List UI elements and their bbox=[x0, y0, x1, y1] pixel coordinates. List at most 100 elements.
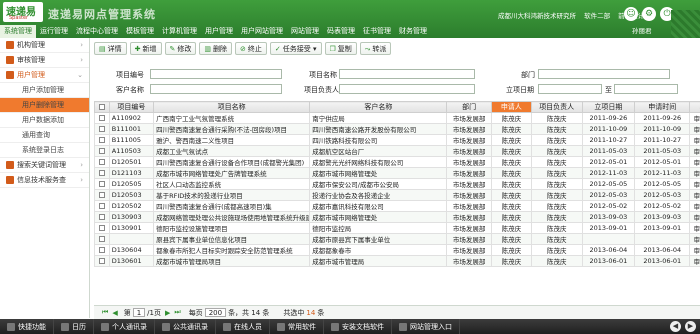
owner-input[interactable] bbox=[339, 84, 475, 94]
table-row[interactable]: B111001 四川警西南速复合通行采购(不法-回房段)项目 四川警西南速公路开发股… bbox=[94, 123, 700, 135]
menu-item[interactable]: 系统管理 bbox=[0, 25, 36, 38]
menu-item[interactable]: 运行管理 bbox=[36, 25, 72, 38]
page-input[interactable]: 1 bbox=[132, 308, 146, 317]
prev-page-icon[interactable]: ◀ bbox=[112, 309, 117, 317]
sidebar-subitem-user-delete[interactable]: 用户删除管理 bbox=[0, 98, 89, 113]
table-row[interactable]: 原县宾下属事业单位信息化项目成都市原县宾下属事业单位市场发展部陈茂庆陈茂庆审批通… bbox=[94, 233, 700, 245]
table-row[interactable]: D120505 社区人口动态监控系统 成都市保安公司/成都市公安局 市场发展部 陈茂庆陈… bbox=[94, 178, 700, 190]
col-header[interactable]: 项目编号 bbox=[108, 101, 155, 113]
row-select-cell[interactable] bbox=[94, 200, 110, 212]
col-header[interactable]: 项目名称 bbox=[153, 101, 311, 113]
checkbox[interactable] bbox=[98, 258, 105, 264]
checkbox[interactable] bbox=[98, 181, 105, 187]
first-page-icon[interactable]: ⏮ bbox=[102, 308, 108, 317]
menu-item[interactable]: 网站管理 bbox=[287, 25, 323, 38]
menu-item[interactable]: 流程中心管理 bbox=[72, 25, 122, 38]
edit-button[interactable]: ✎ 修改 bbox=[164, 42, 197, 55]
checkbox[interactable] bbox=[98, 203, 105, 209]
add-button[interactable]: ✚ 新增 bbox=[129, 42, 162, 55]
back-icon[interactable]: ◀ bbox=[670, 321, 681, 332]
row-select-cell[interactable] bbox=[94, 189, 110, 201]
taskbar-item[interactable]: 日历 bbox=[54, 319, 94, 334]
detail-button[interactable]: ▤ 详情 bbox=[94, 42, 127, 55]
per-page-input[interactable]: 200 bbox=[204, 308, 227, 317]
menu-item[interactable]: 征书管理 bbox=[359, 25, 395, 38]
col-header[interactable]: 项目负责人 bbox=[530, 101, 583, 113]
table-row[interactable]: D130604 都象春市所犯人目标实时跟踪安全防范管理系统 成都都象春市 市场发展部陈… bbox=[94, 244, 700, 256]
sidebar-item-users[interactable]: 用户管理 ⌄ bbox=[0, 68, 89, 83]
table-row[interactable]: D120502 四川警西南速复合通行(成都高速项目)集 成都市嘉讯科技有限公司 市场发… bbox=[94, 200, 700, 212]
taskbar-item[interactable]: 公共通讯录 bbox=[155, 319, 216, 334]
user-icon[interactable]: ☺ bbox=[624, 7, 638, 21]
row-select-cell[interactable] bbox=[94, 145, 110, 157]
menu-item[interactable]: 用户管理 bbox=[201, 25, 237, 38]
row-select-cell[interactable] bbox=[94, 211, 110, 223]
checkbox[interactable] bbox=[98, 214, 105, 220]
col-header[interactable]: 状态 bbox=[689, 101, 700, 113]
checkbox[interactable] bbox=[98, 236, 105, 242]
row-select-cell[interactable] bbox=[94, 222, 110, 234]
table-row[interactable]: D130601 成都市城市管理局项目 成都市城市管理局 市场发展部 陈茂庆 陈茂庆 2013… bbox=[94, 255, 700, 267]
dept-input[interactable] bbox=[538, 69, 670, 79]
checkbox[interactable] bbox=[98, 126, 105, 132]
menu-item[interactable]: 用户网站管理 bbox=[237, 25, 287, 38]
menu-item[interactable]: 财务管理 bbox=[395, 25, 431, 38]
row-select-cell[interactable] bbox=[94, 123, 110, 135]
menu-item[interactable]: 模板管理 bbox=[122, 25, 158, 38]
select-all-header[interactable] bbox=[94, 101, 110, 113]
row-select-cell[interactable] bbox=[94, 112, 110, 124]
sidebar-subitem-user-add[interactable]: 用户添加管理 bbox=[0, 83, 89, 98]
sidebar-subitem-user-data[interactable]: 用户数据添加 bbox=[0, 113, 89, 128]
accept-task-button[interactable]: ✓ 任务接受 ▾ bbox=[269, 42, 322, 55]
copy-button[interactable]: ❐ 复制 bbox=[324, 42, 357, 55]
row-select-cell[interactable] bbox=[94, 167, 110, 179]
gear-icon[interactable]: ⚙ bbox=[642, 7, 656, 21]
checkbox[interactable] bbox=[98, 170, 105, 176]
table-row[interactable]: A110503 成都工业气氛试点 成都航空区站台厂 市场发展部 陈茂庆 陈茂庆 2011-0… bbox=[94, 145, 700, 157]
checkbox[interactable] bbox=[98, 247, 105, 253]
taskbar-item[interactable]: 常用软件 bbox=[270, 319, 324, 334]
table-row[interactable]: D130903成都网络管理处理公共设施现场使用地管理系统升级建设项目成都市城市网… bbox=[94, 211, 700, 223]
table-row[interactable]: D121103 成都市城市网络管理处广告牌管理系统 成都市城市网络管理处 市场发展部陈… bbox=[94, 167, 700, 179]
row-select-cell[interactable] bbox=[94, 134, 110, 146]
row-select-cell[interactable] bbox=[94, 156, 110, 168]
stop-button[interactable]: ⊘ 终止 bbox=[235, 42, 267, 55]
date-from-input[interactable] bbox=[538, 84, 602, 94]
col-header[interactable]: 客户名称 bbox=[309, 101, 448, 113]
table-row[interactable]: D120503 基于RFID技术的投递行业项目 投递行业协会及各投递企业 市场发展部陈… bbox=[94, 189, 700, 201]
row-select-cell[interactable] bbox=[94, 244, 110, 256]
col-header[interactable]: 申请人 bbox=[490, 101, 532, 113]
checkbox[interactable] bbox=[98, 137, 105, 143]
menu-item[interactable]: 码表管理 bbox=[323, 25, 359, 38]
taskbar-item[interactable]: 网站管理入口 bbox=[392, 319, 460, 334]
row-select-cell[interactable] bbox=[94, 255, 110, 267]
customer-input[interactable] bbox=[150, 84, 282, 94]
table-row[interactable]: A110902 广西南宁工业气氛管理系统 南宁供应局 市场发展部 陈茂庆 陈茂庆 2011-… bbox=[94, 112, 700, 124]
table-row[interactable]: B111005 雅沪、警西南速二义性项目 四川铁路科技有限公司 市场发展部 陈茂庆 陈茂庆… bbox=[94, 134, 700, 146]
col-header[interactable]: 部门 bbox=[446, 101, 492, 113]
sidebar-subitem-query[interactable]: 通用查询 bbox=[0, 128, 89, 143]
sidebar-item-it-service[interactable]: 信息技术服务查 › bbox=[0, 173, 89, 188]
checkbox[interactable] bbox=[98, 148, 105, 154]
col-header[interactable]: 申请时间 bbox=[634, 101, 691, 113]
checkbox[interactable] bbox=[98, 192, 105, 198]
checkbox[interactable] bbox=[98, 115, 105, 121]
taskbar-item[interactable]: 快捷功能 bbox=[0, 319, 54, 334]
forward-icon[interactable]: ▶ bbox=[685, 321, 696, 332]
taskbar-item[interactable]: 个人通讯录 bbox=[94, 319, 155, 334]
delete-button[interactable]: ▥ 删除 bbox=[199, 42, 232, 55]
reassign-button[interactable]: ⤳ 转派 bbox=[359, 42, 392, 55]
project-no-input[interactable] bbox=[150, 69, 282, 79]
checkbox[interactable] bbox=[98, 159, 105, 165]
checkbox[interactable] bbox=[98, 225, 105, 231]
project-name-input[interactable] bbox=[339, 69, 475, 79]
last-page-icon[interactable]: ⏭ bbox=[174, 308, 180, 317]
sidebar-subitem-login-log[interactable]: 系统登录日志 bbox=[0, 143, 89, 158]
table-row[interactable]: D130901 德阳市监控设施管理项目 德阳市监控局 市场发展部 陈茂庆 陈茂庆 2013-… bbox=[94, 222, 700, 234]
row-select-cell[interactable] bbox=[94, 178, 110, 190]
menu-item[interactable]: 计算机管理 bbox=[158, 25, 201, 38]
col-header[interactable]: 立项日期 bbox=[581, 101, 636, 113]
row-select-cell[interactable] bbox=[94, 233, 110, 245]
table-row[interactable]: D120501 四川警西南速复合通行设备合作项目(成都警光集团) 成都警光光纤网络科… bbox=[94, 156, 700, 168]
next-page-icon[interactable]: ▶ bbox=[165, 309, 170, 317]
